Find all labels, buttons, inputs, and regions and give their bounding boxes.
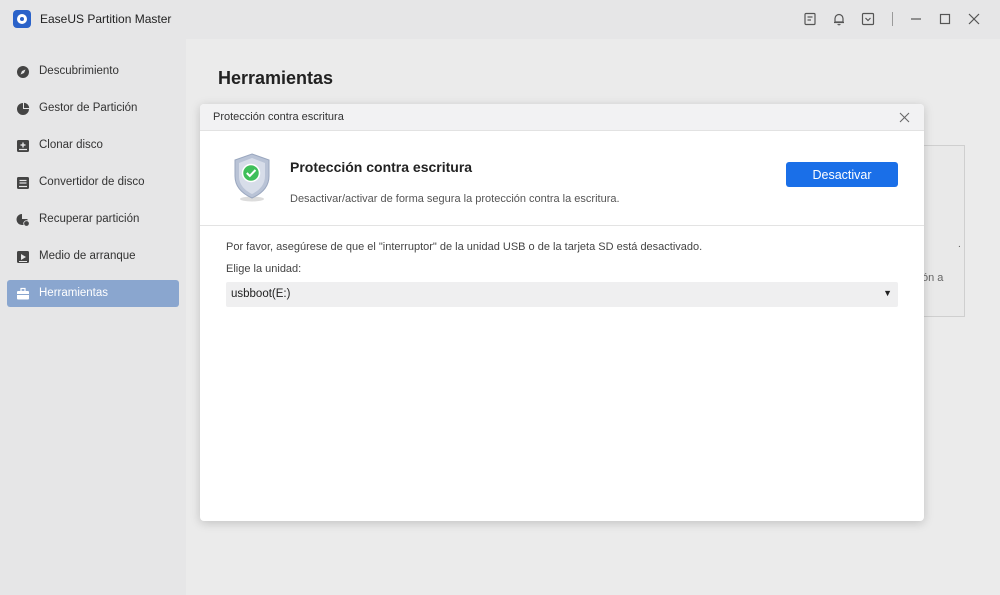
drive-select-label: Elige la unidad: xyxy=(226,263,302,275)
sidebar-item-partition-manager[interactable]: Gestor de Partición xyxy=(7,95,179,122)
write-protection-dialog: Protección contra escritura Protección c… xyxy=(200,104,924,521)
sidebar-item-recover-partition[interactable]: Recuperar partición xyxy=(7,206,179,233)
sidebar-item-label: Recuperar partición xyxy=(39,213,140,225)
sidebar-item-label: Clonar disco xyxy=(39,139,103,151)
sidebar-item-disk-converter[interactable]: Convertidor de disco xyxy=(7,169,179,196)
drive-select-value: usbboot(E:) xyxy=(231,288,291,300)
usb-switch-note: Por favor, asegúrese de que el "interrup… xyxy=(226,241,703,253)
recover-partition-icon xyxy=(15,212,30,227)
disk-converter-icon xyxy=(15,175,30,190)
feedback-icon[interactable] xyxy=(802,11,818,27)
sidebar-item-tools[interactable]: Herramientas xyxy=(7,280,179,307)
sidebar-item-label: Medio de arranque xyxy=(39,250,136,262)
titlebar-separator xyxy=(892,12,893,26)
sidebar-item-label: Herramientas xyxy=(39,287,109,299)
background-tool-card[interactable]: . ón a xyxy=(922,145,965,317)
drive-select[interactable]: usbboot(E:) ▼ xyxy=(226,282,898,307)
sidebar-item-label: Gestor de Partición xyxy=(39,102,138,114)
deactivate-button[interactable]: Desactivar xyxy=(786,162,898,187)
background-card-dot: . xyxy=(958,239,961,250)
app-logo-icon xyxy=(13,10,31,28)
close-window-icon[interactable] xyxy=(966,11,982,27)
sidebar-item-clone-disk[interactable]: Clonar disco xyxy=(7,132,179,159)
title-bar: EaseUS Partition Master xyxy=(0,0,1000,39)
feature-title: Protección contra escritura xyxy=(290,159,473,175)
sidebar-item-discovery[interactable]: Descubrimiento xyxy=(7,58,179,85)
close-icon[interactable] xyxy=(897,110,911,124)
sidebar-item-bootable-media[interactable]: Medio de arranque xyxy=(7,243,179,270)
minimize-icon[interactable] xyxy=(908,11,924,27)
sidebar-item-label: Convertidor de disco xyxy=(39,176,145,188)
toolbox-icon xyxy=(15,286,30,301)
dialog-title: Protección contra escritura xyxy=(213,111,344,123)
background-card-text: ón a xyxy=(922,272,944,284)
bell-icon[interactable] xyxy=(831,11,847,27)
shield-check-icon xyxy=(230,152,274,202)
page-title: Herramientas xyxy=(218,68,334,88)
download-icon[interactable] xyxy=(860,11,876,27)
feature-description: Desactivar/activar de forma segura la pr… xyxy=(290,193,620,205)
clone-disk-icon xyxy=(15,138,30,153)
pie-chart-icon xyxy=(15,101,30,116)
compass-icon xyxy=(15,64,30,79)
dialog-divider xyxy=(200,225,924,226)
dialog-header: Protección contra escritura xyxy=(200,104,924,131)
chevron-down-icon: ▼ xyxy=(883,288,892,298)
sidebar: Descubrimiento Gestor de Partición Clona… xyxy=(0,39,186,595)
sidebar-item-label: Descubrimiento xyxy=(39,65,119,77)
app-title: EaseUS Partition Master xyxy=(40,12,172,26)
bootable-media-icon xyxy=(15,249,30,264)
maximize-icon[interactable] xyxy=(937,11,953,27)
